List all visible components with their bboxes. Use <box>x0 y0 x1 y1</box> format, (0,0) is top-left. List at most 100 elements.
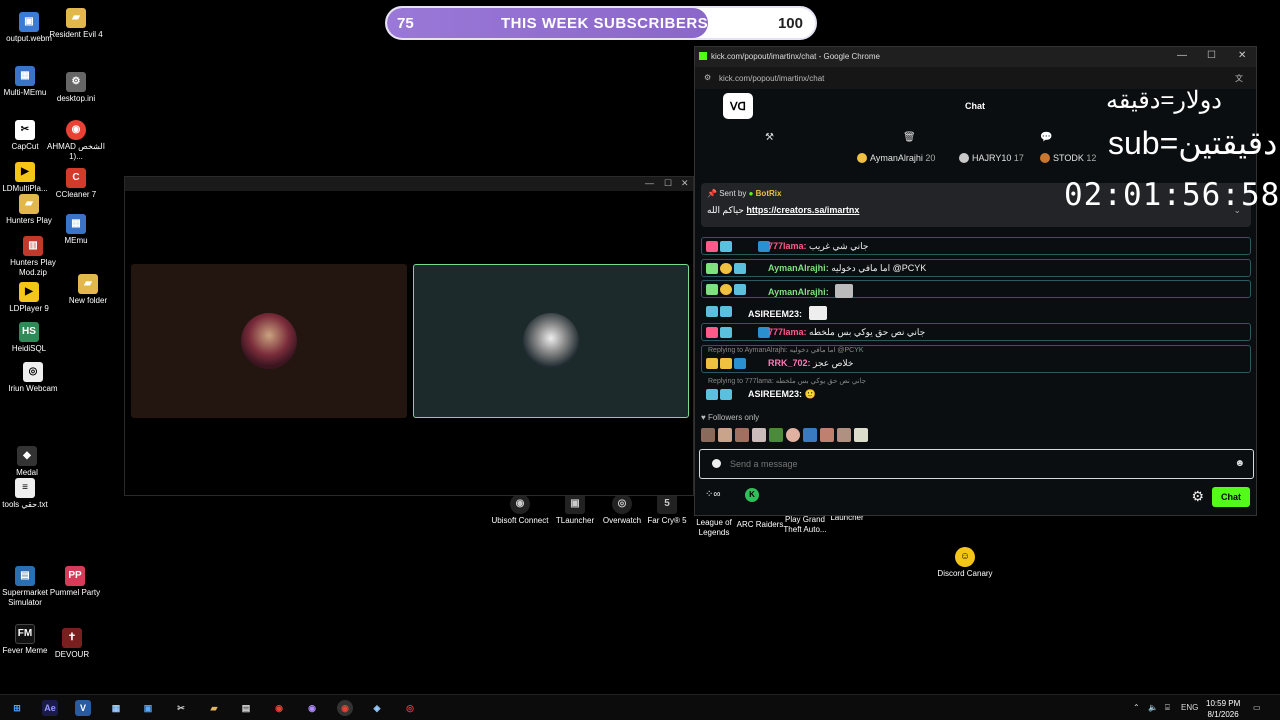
viewer-avatar[interactable] <box>803 428 817 442</box>
desktop-icon-hunters-play-zip[interactable]: ▥ Hunters Play Mod.zip <box>4 236 62 278</box>
channel-logo[interactable]: ᐯᗡ <box>723 93 753 119</box>
desktop-icon-ubisoft-connect[interactable]: ◉ Ubisoft Connect <box>491 494 549 526</box>
desktop-icon-capcut[interactable]: ✂ CapCut <box>0 120 54 152</box>
viewer-avatar[interactable] <box>854 428 868 442</box>
desktop-icon-ldplayer9[interactable]: ▶ LDPlayer 9 <box>0 282 58 314</box>
desktop-icon-new-folder[interactable]: ▰ New folder <box>59 274 117 306</box>
snipping-tool-icon[interactable]: ✂ <box>173 700 189 716</box>
viewer-avatar[interactable] <box>820 428 834 442</box>
desktop-icon-multi-memu[interactable]: ▦ Multi-MEmu <box>0 66 54 98</box>
site-info-icon[interactable]: ⚙ <box>704 73 711 82</box>
minimize-button[interactable]: — <box>1177 50 1187 61</box>
url-text[interactable]: kick.com/popout/imartinx/chat <box>719 74 824 83</box>
viewer-avatar[interactable] <box>701 428 715 442</box>
windows-start-icon[interactable]: ⊞ <box>9 700 25 716</box>
chat-message[interactable]: AymanAlrajhi: اما مافي دخوليه @PCYK <box>701 258 1251 277</box>
trash-icon[interactable]: 🗑 <box>903 132 916 143</box>
crown-badge-icon <box>720 357 732 369</box>
pinned-link[interactable]: https://creators.sa/imartnx <box>746 205 859 215</box>
translate-icon[interactable]: 文 <box>1235 73 1243 84</box>
archive-icon: ▥ <box>23 236 43 256</box>
taskbar-clock[interactable]: 10:59 PM 8/1/2026 <box>1206 698 1240 720</box>
visual-studio-icon[interactable]: V <box>75 700 91 716</box>
gear-icon[interactable]: ⚙ <box>1191 488 1204 505</box>
notifications-icon[interactable]: ▭ <box>1253 703 1261 712</box>
language-indicator[interactable]: ENG <box>1181 703 1198 712</box>
close-button[interactable]: ✕ <box>681 178 689 189</box>
send-chat-button[interactable]: Chat <box>1212 487 1250 507</box>
chat-message[interactable]: 777lama: جاني نص حق يوكي بس ملخطه <box>701 323 1251 341</box>
desktop-icon-resident-evil[interactable]: ▰ Resident Evil 4 <box>47 8 105 40</box>
calculator-icon[interactable]: ▦ <box>108 700 124 716</box>
far-cry-icon: 5 <box>657 494 677 514</box>
medal-icon: ◆ <box>17 446 37 466</box>
maximize-button[interactable]: ☐ <box>1207 50 1216 61</box>
desktop-icon-iriun-webcam[interactable]: ◎ Iriun Webcam <box>4 362 62 394</box>
obs-icon[interactable]: ◎ <box>402 700 418 716</box>
after-effects-icon[interactable]: Ae <box>42 700 58 716</box>
browser-title: kick.com/popout/imartinx/chat - Google C… <box>711 52 880 61</box>
viewer-avatar[interactable] <box>752 428 766 442</box>
chat-message[interactable]: ASIREEM23: <box>701 302 1251 320</box>
folder-icon: ▰ <box>66 8 86 28</box>
chat-message-reply[interactable]: Replying to AymanAlrajhi: اما مافي دخولي… <box>701 344 1251 373</box>
gifter-2[interactable]: HAJRY10 17 <box>959 153 1024 163</box>
discord-icon[interactable]: ◉ <box>304 700 320 716</box>
viewer-avatar[interactable] <box>718 428 732 442</box>
points-infinity-icon[interactable]: ⁘∞ <box>705 489 721 500</box>
viewer-avatar[interactable] <box>735 428 749 442</box>
verified-badge-icon <box>720 305 732 317</box>
chat-message[interactable]: AymanAlrajhi: <box>701 280 1251 298</box>
file-explorer-icon[interactable]: ▰ <box>206 700 222 716</box>
overlay-rate-line-1: دولار=دقيقه <box>1106 87 1222 114</box>
maximize-button[interactable]: ☐ <box>664 178 672 189</box>
chat-message-input[interactable] <box>730 459 1210 469</box>
botrix-badge: ● <box>748 189 754 198</box>
speaker-icon[interactable]: 🔈 <box>1148 703 1158 712</box>
steam-icon[interactable]: ◈ <box>369 700 385 716</box>
desktop-icon-pummel-party[interactable]: PP Pummel Party <box>46 566 104 598</box>
status-dot-icon <box>712 459 721 468</box>
chrome-active-icon[interactable]: ◉ <box>337 700 353 716</box>
desktop-icon-devour[interactable]: ✝ DEVOUR <box>43 628 101 660</box>
chevron-up-icon[interactable]: ⌃ <box>1133 703 1140 712</box>
minimize-button[interactable]: — <box>645 178 654 188</box>
participant-tile-2[interactable] <box>413 264 689 418</box>
desktop-icon-desktop-ini[interactable]: ⚙ desktop.ini <box>47 72 105 104</box>
hammer-icon[interactable]: ⚒ <box>765 132 774 143</box>
video-call-window: — ☐ ✕ <box>124 176 694 496</box>
chat-message[interactable]: 777lama: جاني شي غريب <box>701 237 1251 255</box>
store-icon[interactable]: ▤ <box>238 700 254 716</box>
chrome-icon[interactable]: ◉ <box>271 700 287 716</box>
gifter-3[interactable]: STODK 12 <box>1040 153 1096 163</box>
sub-badge-icon <box>706 241 718 252</box>
desktop-icon-tools-txt[interactable]: ≡ tools حقي.txt <box>0 478 54 510</box>
desktop-icon-medal[interactable]: ◆ Medal <box>0 446 56 478</box>
desktop-icon-discord-canary[interactable]: ☺ Discord Canary <box>936 547 994 579</box>
app-window-icon[interactable]: ▣ <box>140 700 156 716</box>
sub-badge-icon <box>706 262 718 274</box>
chat-message-reply[interactable]: Replying to 777lama: جاني نص حق يوكي بس … <box>701 376 1251 402</box>
supermarket-icon: ▤ <box>15 566 35 586</box>
viewer-avatar[interactable] <box>837 428 851 442</box>
emoji-icon[interactable]: ☻ <box>1234 458 1245 469</box>
viewer-avatar[interactable] <box>769 428 783 442</box>
call-window-titlebar[interactable]: — ☐ ✕ <box>125 177 693 191</box>
verified-badge-icon <box>720 389 732 400</box>
desktop-icon-ahmad-chrome[interactable]: ◉ AHMAD الشخص (1... <box>47 120 105 162</box>
gifter-1[interactable]: AymanAlrajhi 20 <box>857 153 935 163</box>
reply-context: Replying to AymanAlrajhi: اما مافي دخولي… <box>708 346 864 354</box>
desktop-icon-heidisql[interactable]: HS HeidiSQL <box>0 322 58 354</box>
chat-bubble-icon[interactable]: 💬 <box>1040 132 1052 143</box>
desktop-icon-ldmultiplayer[interactable]: ▶ LDMultiPla... <box>0 162 54 194</box>
chat-input-box[interactable]: ☻ <box>699 449 1254 479</box>
heidisql-icon: HS <box>19 322 39 342</box>
ubisoft-icon: ◉ <box>510 494 530 514</box>
network-icon[interactable]: ⌸ <box>1165 703 1170 713</box>
kick-points-icon[interactable]: K <box>745 488 759 502</box>
viewer-avatar[interactable] <box>786 428 800 442</box>
browser-titlebar[interactable]: kick.com/popout/imartinx/chat - Google C… <box>695 47 1256 67</box>
close-button[interactable]: ✕ <box>1238 50 1246 61</box>
sub-badge-icon <box>706 305 718 317</box>
participant-tile-1[interactable] <box>131 264 407 418</box>
